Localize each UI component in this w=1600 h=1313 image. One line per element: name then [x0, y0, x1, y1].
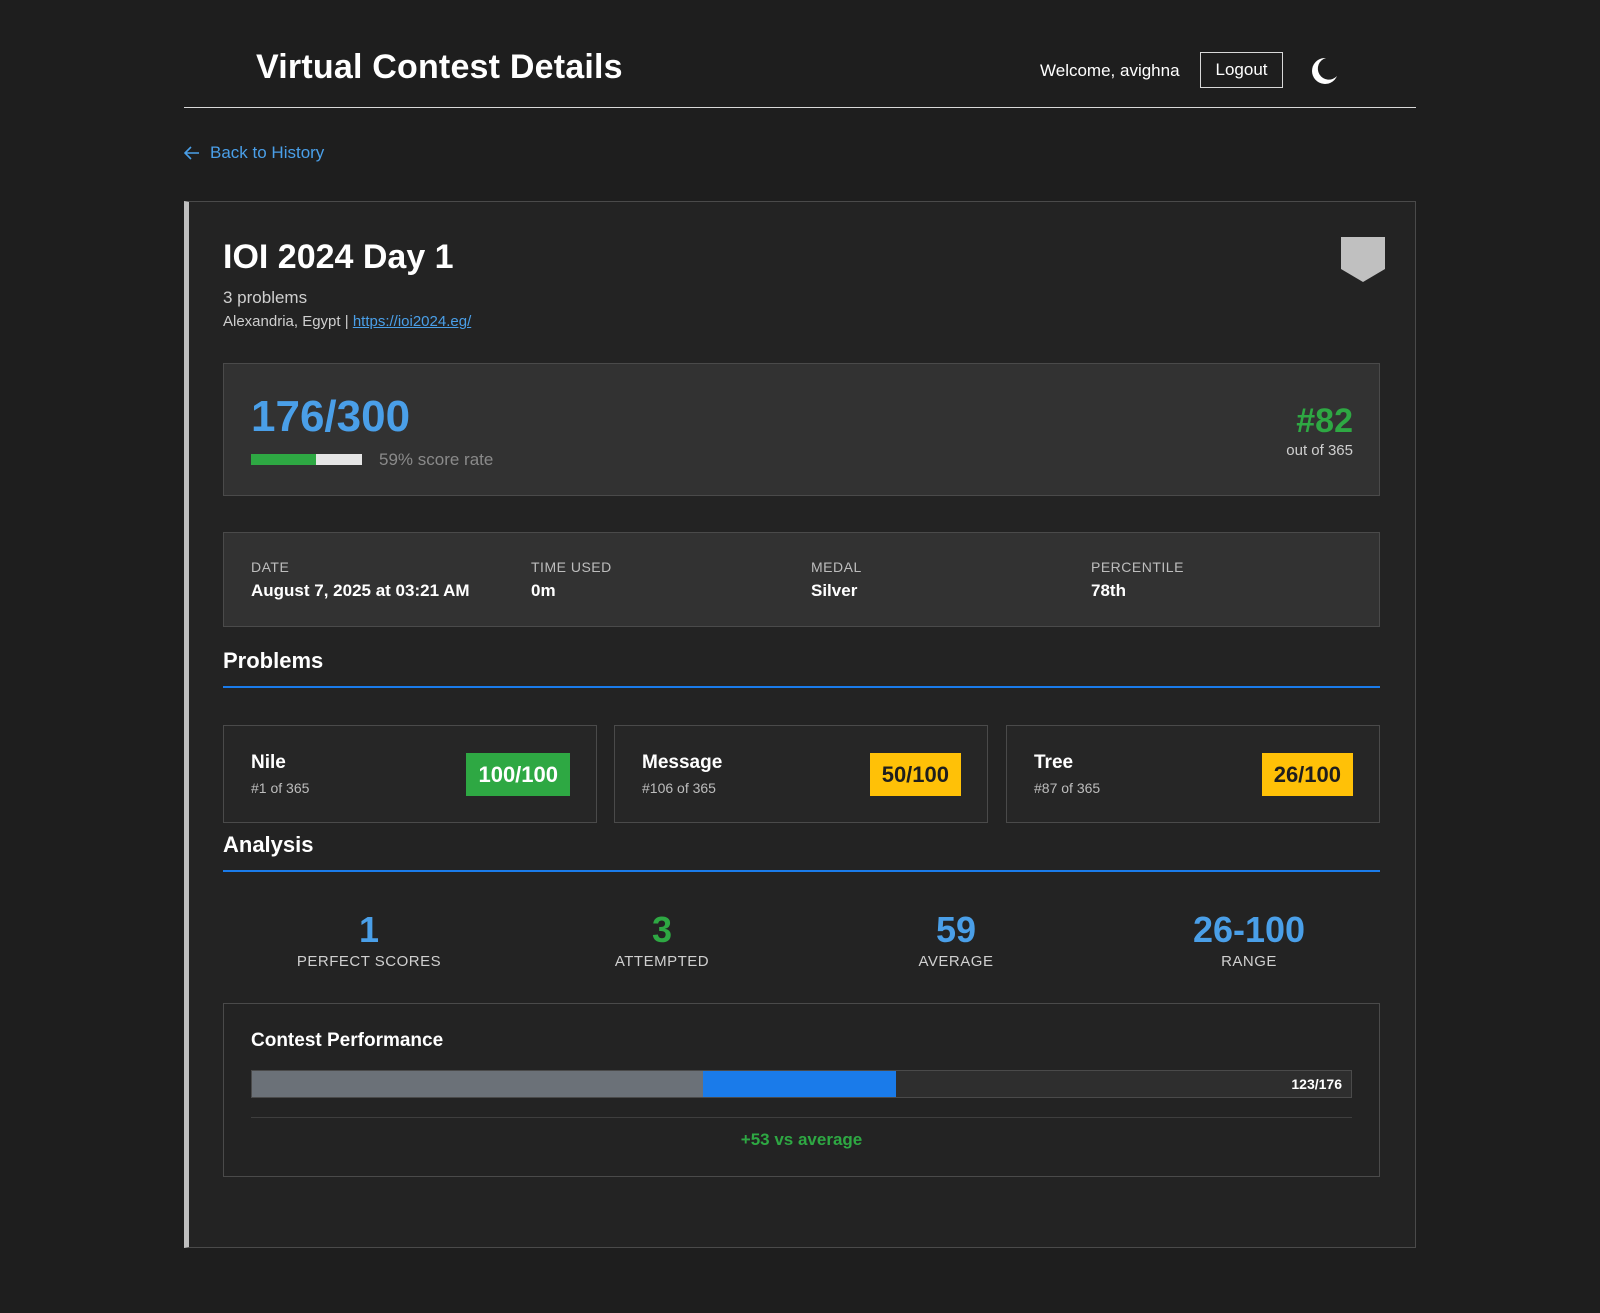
- contest-card: IOI 2024 Day 1 3 problems Alexandria, Eg…: [184, 201, 1416, 1248]
- stat-value: 1: [358, 909, 380, 950]
- info-value: Silver: [811, 581, 858, 600]
- page-title: Virtual Contest Details: [256, 48, 623, 86]
- info-label: TIME USED: [531, 559, 612, 575]
- location-separator: |: [340, 313, 353, 330]
- info-percentile: PERCENTILE 78th: [1091, 559, 1184, 601]
- contest-rank-sub: out of 365: [1286, 442, 1353, 459]
- stat-label: ATTEMPTED: [614, 953, 710, 970]
- info-value: 78th: [1091, 581, 1126, 600]
- problem-card[interactable]: Tree #87 of 365 26/100: [1006, 725, 1380, 823]
- contest-url-link[interactable]: https://ioi2024.eg/: [353, 313, 471, 330]
- problem-rank: #1 of 365: [251, 780, 310, 796]
- problems-count: 3 problems: [223, 288, 308, 307]
- info-medal: MEDAL Silver: [811, 559, 862, 601]
- contest-location: Alexandria, Egypt: [223, 313, 341, 330]
- info-value: August 7, 2025 at 03:21 AM: [251, 581, 470, 600]
- stat-label: AVERAGE: [918, 953, 994, 970]
- stat-value: 26-100: [1192, 909, 1306, 950]
- info-label: PERCENTILE: [1091, 559, 1184, 575]
- score-rate-fill: [251, 454, 317, 465]
- header: Virtual Contest Details Welcome, avighna…: [184, 0, 1416, 108]
- info-date: DATE August 7, 2025 at 03:21 AM: [251, 559, 470, 601]
- problem-score-badge: 100/100: [466, 753, 570, 796]
- logout-button[interactable]: Logout: [1200, 52, 1283, 88]
- contest-rank: #82: [1296, 402, 1353, 440]
- stat-label: RANGE: [1221, 953, 1277, 970]
- info-value: 0m: [531, 581, 556, 600]
- score-segment: [702, 1071, 896, 1097]
- info-time-used: TIME USED 0m: [531, 559, 612, 601]
- contest-name: IOI 2024 Day 1: [223, 238, 454, 276]
- problem-name: Message: [642, 752, 723, 773]
- back-link-label: Back to History: [210, 143, 325, 162]
- analysis-section-title: Analysis: [223, 832, 1380, 872]
- performance-bar: 123/176: [251, 1070, 1352, 1098]
- contest-location-line: Alexandria, Egypt | https://ioi2024.eg/: [223, 313, 471, 330]
- info-label: MEDAL: [811, 559, 862, 575]
- contest-performance-panel: Contest Performance 123/176 +53 vs avera…: [223, 1003, 1380, 1177]
- contest-info-row: DATE August 7, 2025 at 03:21 AM TIME USE…: [223, 532, 1380, 627]
- score-summary: 176/300 59% score rate #82 out of 365: [223, 363, 1380, 496]
- problem-card[interactable]: Nile #1 of 365 100/100: [223, 725, 597, 823]
- problems-section-title: Problems: [223, 648, 1380, 688]
- moon-icon[interactable]: [1306, 54, 1340, 88]
- stat-label: PERFECT SCORES: [296, 953, 442, 970]
- score-rate-label: 59% score rate: [379, 450, 494, 469]
- stat-value: 59: [935, 909, 977, 950]
- score-rate-bar: [251, 454, 362, 465]
- info-label: DATE: [251, 559, 290, 575]
- performance-title: Contest Performance: [251, 1030, 444, 1051]
- problem-rank: #106 of 365: [642, 780, 716, 796]
- back-to-history-link[interactable]: Back to History: [184, 143, 324, 163]
- divider: [251, 1117, 1352, 1118]
- welcome-text: Welcome, avighna: [1040, 61, 1180, 80]
- performance-diff: +53 vs average: [740, 1130, 863, 1149]
- problem-rank: #87 of 365: [1034, 780, 1101, 796]
- problem-name: Nile: [251, 752, 286, 773]
- problem-card[interactable]: Message #106 of 365 50/100: [614, 725, 988, 823]
- problem-score-badge: 50/100: [869, 753, 961, 796]
- medal-shield-icon: [1341, 237, 1385, 282]
- stat-attempted: 3 ATTEMPTED: [522, 909, 802, 970]
- problem-score-badge: 26/100: [1261, 753, 1353, 796]
- performance-bar-label: 123/176: [1291, 1076, 1342, 1092]
- arrow-left-icon: [184, 146, 199, 160]
- problem-name: Tree: [1034, 752, 1074, 773]
- stat-value: 3: [651, 909, 673, 950]
- average-segment: [252, 1071, 703, 1097]
- stat-average: 59 AVERAGE: [816, 909, 1096, 970]
- total-score: 176/300: [251, 392, 411, 441]
- stat-range: 26-100 RANGE: [1109, 909, 1389, 970]
- stat-perfect-scores: 1 PERFECT SCORES: [229, 909, 509, 970]
- page-container: Virtual Contest Details Welcome, avighna…: [184, 0, 1416, 1248]
